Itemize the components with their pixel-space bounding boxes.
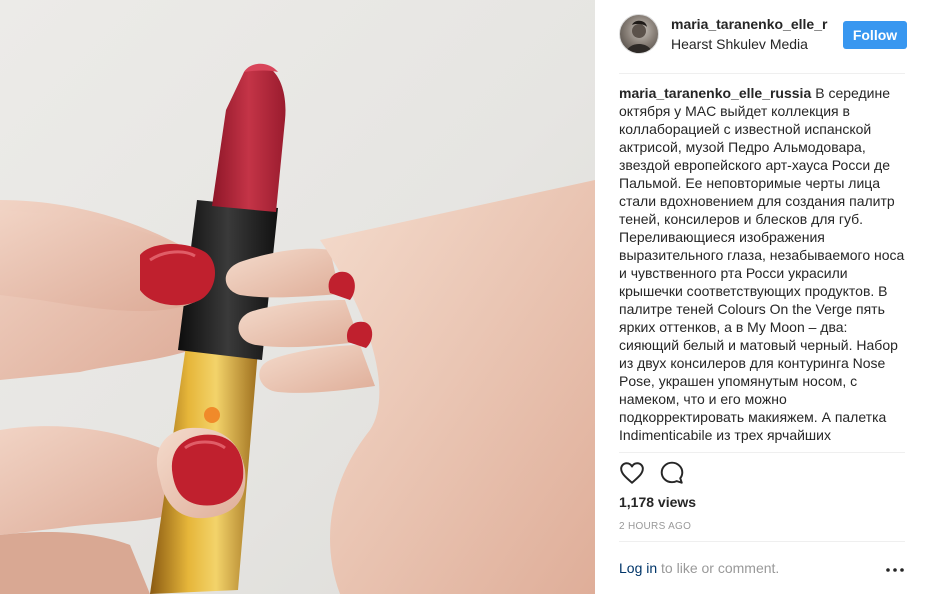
action-bar — [619, 460, 905, 488]
lipstick-photo — [0, 63, 595, 594]
avatar-image — [626, 20, 652, 53]
caption-author[interactable]: maria_taranenko_elle_russia — [619, 85, 811, 101]
heart-icon[interactable] — [619, 460, 647, 488]
post-media[interactable] — [0, 0, 595, 594]
comment-icon[interactable] — [659, 460, 687, 488]
view-count: 1,178 views — [619, 494, 697, 510]
avatar[interactable] — [619, 14, 659, 54]
header-username[interactable]: maria_taranenko_elle_r — [671, 16, 831, 32]
header-location[interactable]: Hearst Shkulev Media — [671, 36, 841, 52]
post-details-panel: maria_taranenko_elle_r Hearst Shkulev Me… — [595, 0, 929, 594]
comment-footer: Log in to like or comment. — [619, 560, 905, 580]
more-options-icon[interactable] — [885, 562, 905, 578]
login-suffix: to like or comment. — [657, 560, 780, 576]
post-header: maria_taranenko_elle_r Hearst Shkulev Me… — [619, 14, 907, 58]
follow-button[interactable]: Follow — [843, 21, 907, 49]
login-link[interactable]: Log in — [619, 560, 657, 576]
caption-text: В середине октября у MAC выйдет коллекци… — [619, 85, 905, 443]
header-divider — [619, 73, 905, 74]
caption-divider — [619, 452, 905, 453]
footer-divider — [619, 541, 905, 542]
post-timestamp[interactable]: 2 HOURS AGO — [619, 521, 691, 532]
post-caption: maria_taranenko_elle_russia В середине ок… — [619, 84, 909, 450]
